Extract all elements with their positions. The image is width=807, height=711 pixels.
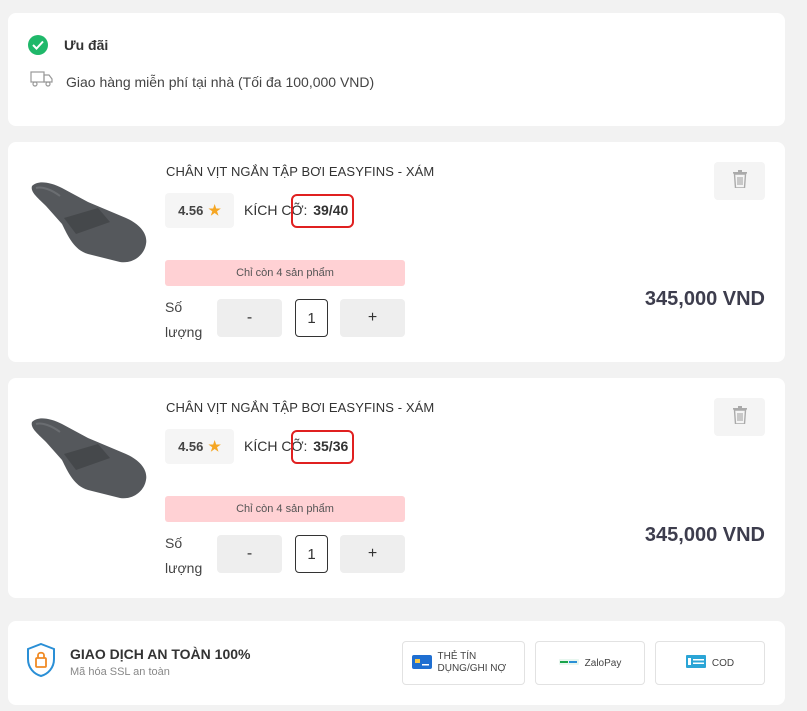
payment-label: COD: [711, 657, 735, 669]
rating-box: 4.56 ★: [165, 429, 234, 464]
product-name[interactable]: CHÂN VỊT NGẮN TẬP BƠI EASYFINS - XÁM: [166, 164, 434, 179]
quantity-input[interactable]: 1: [295, 535, 328, 573]
star-icon: ★: [208, 202, 221, 218]
payment-zalopay[interactable]: ZaloPay: [535, 641, 645, 685]
check-circle-icon: [28, 35, 48, 55]
quantity-increase-button[interactable]: +: [340, 299, 405, 337]
trash-icon: [732, 405, 747, 429]
stock-badge: Chỉ còn 4 sản phẩm: [165, 496, 405, 522]
rating-box: 4.56 ★: [165, 193, 234, 228]
promo-shipping-text: Giao hàng miễn phí tại nhà (Tối đa 100,0…: [66, 73, 375, 90]
product-name[interactable]: CHÂN VỊT NGẮN TẬP BƠI EASYFINS - XÁM: [166, 400, 434, 415]
cart-item: CHÂN VỊT NGẮN TẬP BƠI EASYFINS - XÁM 4.5…: [8, 142, 785, 362]
payment-credit-card[interactable]: THẺ TÍN DỤNG/GHI NỢ: [402, 641, 525, 685]
delete-item-button[interactable]: [714, 162, 765, 200]
trash-icon: [732, 169, 747, 193]
zalopay-icon: [558, 657, 579, 670]
size-highlight-box: [291, 194, 354, 228]
star-icon: ★: [208, 438, 221, 454]
cart-item: CHÂN VỊT NGẮN TẬP BƠI EASYFINS - XÁM 4.5…: [8, 378, 785, 598]
shield-lock-icon: [26, 642, 56, 682]
product-price: 345,000 VND: [644, 524, 765, 546]
payment-label: THẺ TÍN DỤNG/GHI NỢ: [437, 651, 507, 674]
payment-label: ZaloPay: [584, 657, 622, 669]
payment-cod[interactable]: COD: [655, 641, 765, 685]
rating-value: 4.56: [178, 203, 204, 218]
promo-header: Ưu đãi: [28, 35, 108, 55]
cash-icon: [685, 655, 706, 671]
secure-transaction-card: GIAO DỊCH AN TOÀN 100% Mã hóa SSL an toà…: [8, 621, 785, 705]
quantity-increase-button[interactable]: +: [340, 535, 405, 573]
quantity-decrease-button[interactable]: -: [217, 299, 282, 337]
product-price: 345,000 VND: [644, 288, 765, 310]
size-highlight-box: [291, 430, 354, 464]
promo-shipping: Giao hàng miễn phí tại nhà (Tối đa 100,0…: [30, 70, 374, 93]
secure-subtitle: Mã hóa SSL an toàn: [70, 666, 170, 678]
delete-item-button[interactable]: [714, 398, 765, 436]
quantity-label: Số lượng: [165, 299, 203, 340]
stock-badge: Chỉ còn 4 sản phẩm: [165, 260, 405, 286]
rating-value: 4.56: [178, 439, 204, 454]
quantity-label: Số lượng: [165, 535, 203, 576]
credit-card-icon: [411, 654, 432, 672]
secure-title: GIAO DỊCH AN TOÀN 100%: [70, 646, 251, 662]
promo-card: Ưu đãi Giao hàng miễn phí tại nhà (Tối đ…: [8, 13, 785, 126]
truck-icon: [30, 70, 54, 93]
product-image[interactable]: [28, 178, 148, 273]
promo-title: Ưu đãi: [64, 37, 109, 53]
product-image[interactable]: [28, 414, 148, 509]
quantity-decrease-button[interactable]: -: [217, 535, 282, 573]
quantity-input[interactable]: 1: [295, 299, 328, 337]
